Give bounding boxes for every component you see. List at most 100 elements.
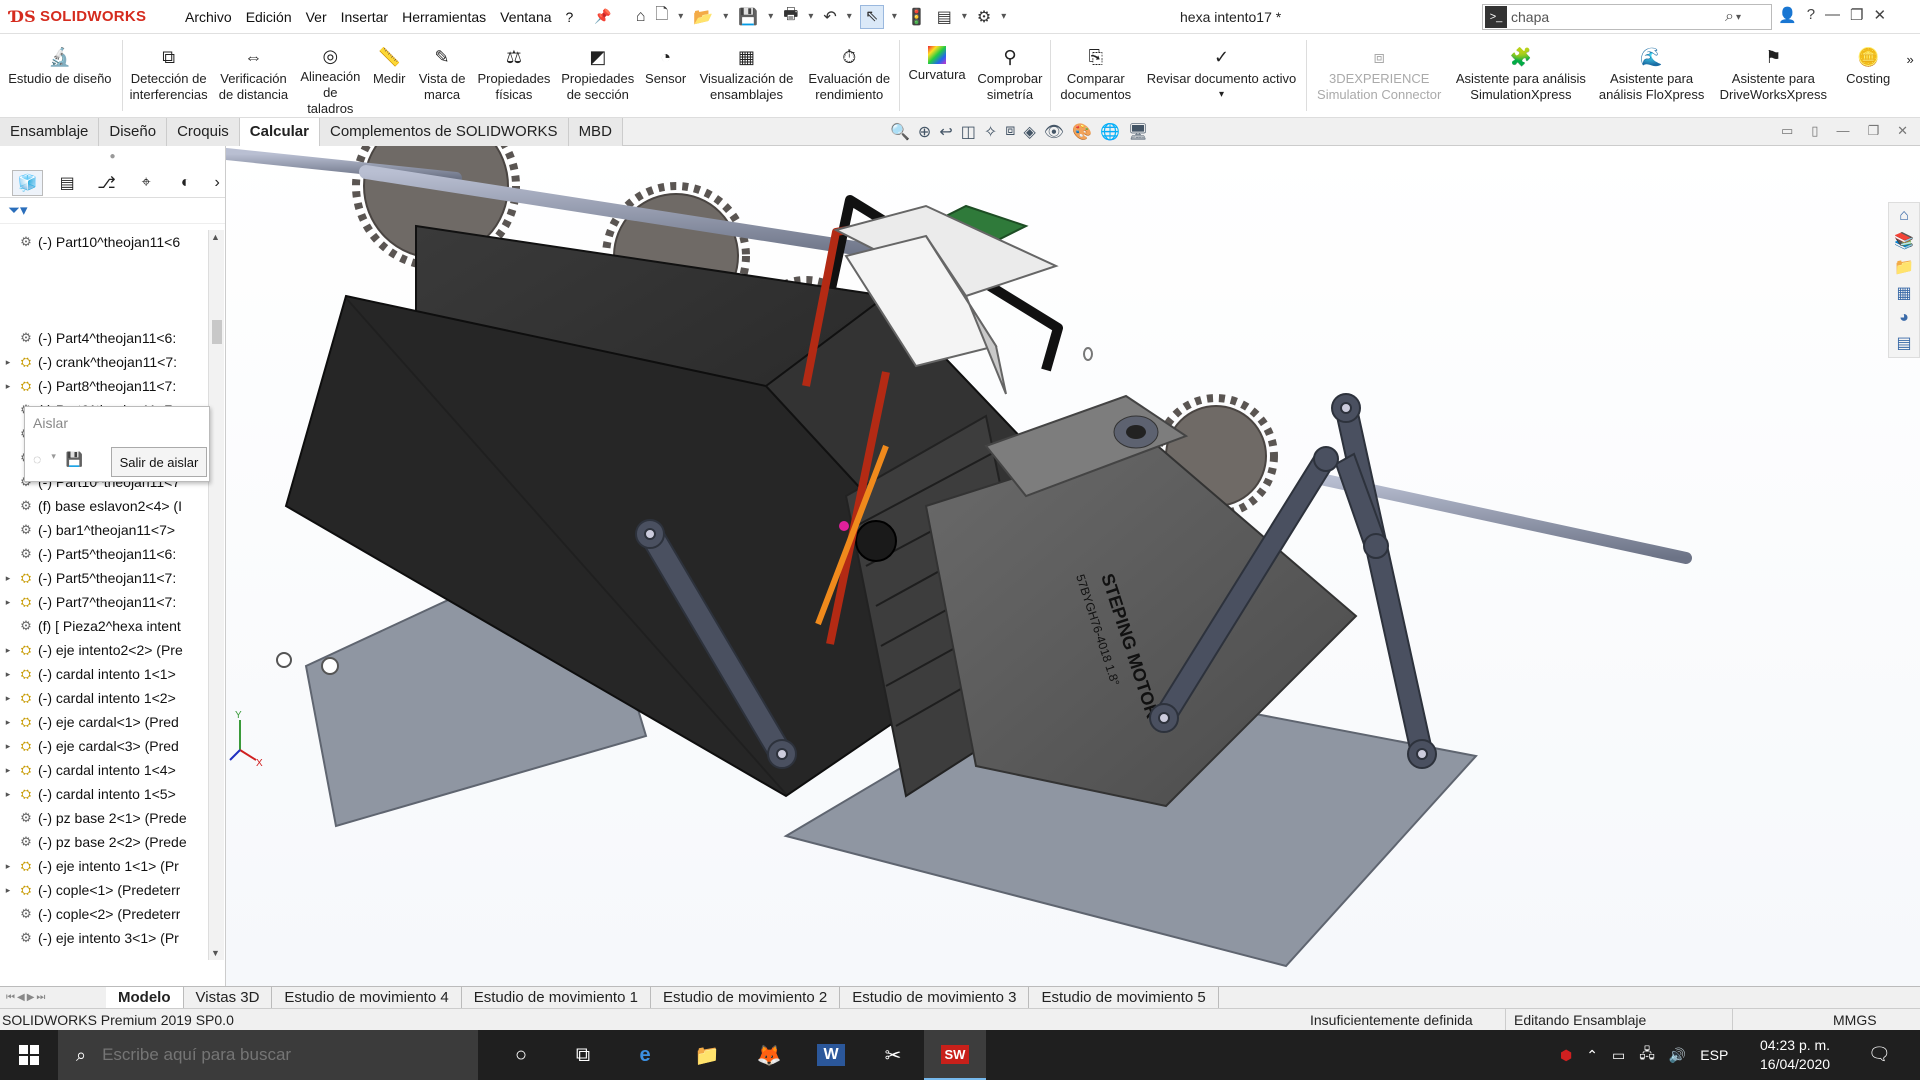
tree-scrollbar[interactable]: ▲ ▼: [208, 230, 224, 960]
menu-help[interactable]: ?: [559, 9, 581, 25]
menu-insertar[interactable]: Insertar: [334, 9, 395, 25]
scroll-up-icon[interactable]: ▲: [211, 232, 220, 242]
ribbon-check-active-doc[interactable]: ✓ Revisar documento activo ▾: [1139, 34, 1305, 117]
scroll-thumb[interactable]: [212, 320, 222, 344]
taskbar-search-input[interactable]: [102, 1045, 463, 1065]
tree-item[interactable]: ⚙ (-) Part5^theojan11<6:: [0, 542, 210, 566]
chevron-down-icon[interactable]: ▾: [1219, 87, 1224, 103]
edit-appearance-icon[interactable]: 🎨: [1072, 122, 1092, 142]
last-tab-icon[interactable]: ⏭: [36, 992, 45, 1003]
solidworks-taskbar-icon[interactable]: SW: [924, 1030, 986, 1080]
search-box[interactable]: >_ ⌕ ▾: [1482, 4, 1772, 30]
next-tab-icon[interactable]: ▶: [27, 992, 35, 1003]
ribbon-measure[interactable]: 📏 Medir: [366, 34, 412, 117]
chevron-down-icon[interactable]: ▾: [845, 11, 854, 22]
cortana-icon[interactable]: ○: [490, 1030, 552, 1080]
exit-isolate-button[interactable]: Salir de aislar: [111, 447, 207, 477]
ribbon-costing[interactable]: 🪙 Costing: [1836, 34, 1900, 117]
zoom-to-fit-icon[interactable]: 🔍: [890, 122, 910, 142]
tree-item[interactable]: ▸ ⛭ (-) eje cardal<1> (Pred: [0, 710, 210, 734]
expand-arrow-icon[interactable]: ▸: [0, 758, 16, 782]
ribbon-interference[interactable]: ⧉ Detección de interferencias: [125, 34, 213, 117]
expand-arrow-icon[interactable]: ▸: [0, 734, 16, 758]
propertymanager-tab-icon[interactable]: ▤: [51, 170, 82, 196]
battery-icon[interactable]: ▭: [1612, 1047, 1625, 1064]
tree-item[interactable]: ▸ ⛭ (-) Part8^theojan11<7:: [0, 374, 210, 398]
file-explorer-icon[interactable]: 📁: [1894, 257, 1914, 277]
model-viewport[interactable]: STEPING MOTOR 57BYGH76-4018 1.8° Y X: [226, 146, 1920, 986]
expand-arrow-icon[interactable]: ▸: [0, 566, 16, 590]
print-icon[interactable]: 🖶: [781, 3, 800, 30]
chevron-down-icon[interactable]: ▾: [676, 11, 685, 22]
first-tab-icon[interactable]: ⏮: [6, 992, 15, 1003]
tree-item[interactable]: ▸ ⛭ (-) Part5^theojan11<7:: [0, 566, 210, 590]
graphics-area[interactable]: STEPING MOTOR 57BYGH76-4018 1.8° Y X ⌂ 📚…: [226, 146, 1920, 986]
menu-herramientas[interactable]: Herramientas: [395, 9, 493, 25]
custom-properties-icon[interactable]: ▤: [1896, 333, 1911, 353]
traffic-light-icon[interactable]: 🚦: [905, 7, 929, 27]
home-icon[interactable]: ⌂: [634, 8, 648, 26]
filter-icon[interactable]: ⏷▾: [0, 198, 225, 224]
tab-ensamblaje[interactable]: Ensamblaje: [0, 118, 100, 146]
windows-start-icon[interactable]: [0, 1030, 58, 1080]
tree-item[interactable]: ▸ ⛭ (-) eje cardal<3> (Pred: [0, 734, 210, 758]
tree-item[interactable]: ▸ ⛭ (-) cardal intento 1<1>: [0, 662, 210, 686]
clock[interactable]: 04:23 p. m. 16/04/2020: [1760, 1036, 1830, 1074]
menu-archivo[interactable]: Archivo: [178, 9, 239, 25]
tree-item[interactable]: ⚙ (-) bar1^theojan11<7>: [0, 518, 210, 542]
chevron-down-icon[interactable]: ▾: [806, 11, 815, 22]
tree-item[interactable]: ▸ ⛭ (-) cardal intento 1<2>: [0, 686, 210, 710]
hide-show-icon[interactable]: 👁: [1044, 122, 1064, 142]
expand-arrow-icon[interactable]: ▸: [0, 662, 16, 686]
view-palette-icon[interactable]: ▦: [1896, 283, 1911, 303]
displaymanager-tab-icon[interactable]: ◐: [170, 170, 201, 196]
ribbon-clearance[interactable]: ⇔ Verificación de distancia: [213, 34, 295, 117]
expand-arrow-icon[interactable]: ▸: [0, 710, 16, 734]
chevron-down-icon[interactable]: ▾: [890, 11, 899, 22]
view-settings-icon[interactable]: 🖥: [1128, 122, 1148, 142]
tile-icon[interactable]: ▭: [1781, 123, 1793, 139]
doc-close-icon[interactable]: ✕: [1897, 123, 1908, 139]
tree-item[interactable]: ▸ ⛭ (-) Part7^theojan11<7:: [0, 590, 210, 614]
minimize-icon[interactable]: —: [1825, 6, 1840, 24]
section-view-icon[interactable]: ◫: [961, 122, 976, 142]
ribbon-compare[interactable]: ⎘ Comparar documentos: [1053, 34, 1139, 117]
tab-croquis[interactable]: Croquis: [167, 118, 240, 146]
configurationmanager-tab-icon[interactable]: ⎇: [91, 170, 122, 196]
tab-diseno[interactable]: Diseño: [99, 118, 168, 146]
expand-arrow-icon[interactable]: ▸: [0, 854, 16, 878]
panel-grip[interactable]: ●: [0, 146, 225, 168]
search-input[interactable]: [1511, 9, 1721, 25]
ribbon-driveworks[interactable]: ⚑ Asistente para DriveWorksXpress: [1710, 34, 1836, 117]
expand-icon[interactable]: ▯: [1811, 123, 1818, 139]
doc-restore-icon[interactable]: ❐: [1867, 123, 1879, 139]
prev-tab-icon[interactable]: ◀: [17, 992, 25, 1003]
ribbon-design-study[interactable]: 🔬 Estudio de diseño: [0, 34, 120, 117]
network-icon[interactable]: 🖧: [1639, 1043, 1655, 1067]
tree-item[interactable]: ▸ ⛭ (-) cople<1> (Predeterr: [0, 878, 210, 902]
expand-arrow-icon[interactable]: ▸: [0, 374, 16, 398]
task-view-icon[interactable]: ⧉: [552, 1030, 614, 1080]
ribbon-curvature[interactable]: Curvatura: [902, 34, 972, 117]
display-style-icon[interactable]: ◌: [33, 451, 41, 468]
pin-icon[interactable]: 📌: [594, 8, 611, 25]
tab-motion-study-2[interactable]: Estudio de movimiento 2: [651, 987, 841, 1008]
undo-icon[interactable]: ↶: [821, 7, 838, 27]
expand-arrow-icon[interactable]: ▸: [0, 350, 16, 374]
zoom-area-icon[interactable]: ⊕: [918, 122, 931, 142]
ribbon-hole-alignment[interactable]: ◎ Alineación de taladros: [294, 34, 366, 117]
expand-arrow-icon[interactable]: ▸: [0, 782, 16, 806]
tab-modelo[interactable]: Modelo: [106, 987, 184, 1008]
volume-icon[interactable]: 🔊: [1669, 1047, 1686, 1064]
ribbon-section-properties[interactable]: ◩ Propiedades de sección: [556, 34, 640, 117]
tab-motion-study-3[interactable]: Estudio de movimiento 3: [840, 987, 1030, 1008]
tab-motion-study-5[interactable]: Estudio de movimiento 5: [1029, 987, 1219, 1008]
tree-item[interactable]: ▸ ⛭ (-) cardal intento 1<5>: [0, 782, 210, 806]
tree-item[interactable]: ⚙ (-) Part4^theojan11<6:: [0, 326, 210, 350]
open-folder-icon[interactable]: 📂: [691, 7, 715, 27]
tree-item[interactable]: ⚙ (-) cople<2> (Predeterr: [0, 902, 210, 926]
tree-item[interactable]: ⚙ (-) pz base 2<1> (Prede: [0, 806, 210, 830]
dimxpert-tab-icon[interactable]: ⌖: [130, 170, 161, 196]
display-style-icon[interactable]: ◈: [1023, 122, 1035, 142]
tree-item[interactable]: ▸ ⛭ (-) eje intento2<2> (Pre: [0, 638, 210, 662]
